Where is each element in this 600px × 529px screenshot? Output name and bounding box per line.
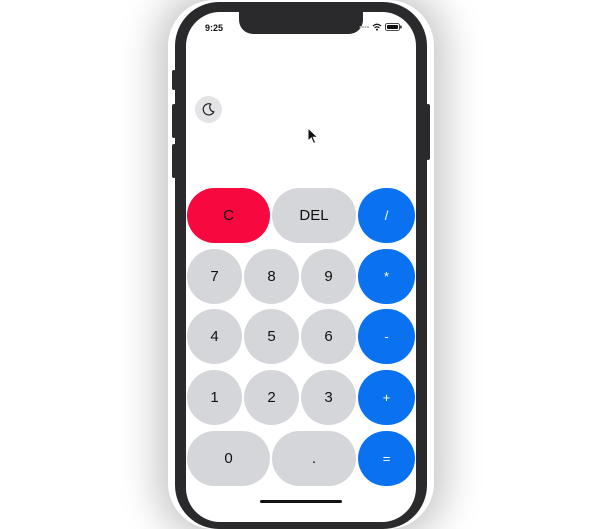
clear-button[interactable]: C bbox=[187, 188, 270, 243]
status-time: 9:25 bbox=[205, 23, 224, 33]
digit-8-button[interactable]: 8 bbox=[244, 249, 299, 304]
phone-screen: 9:25 C DEL / 7 8 9 * 4 5 6 - 1 2 3 + 0 .… bbox=[186, 12, 416, 522]
volume-down-button bbox=[172, 144, 176, 178]
signal-dots-icon bbox=[359, 26, 369, 28]
digit-7-button[interactable]: 7 bbox=[187, 249, 242, 304]
digit-9-button[interactable]: 9 bbox=[301, 249, 356, 304]
digit-3-button[interactable]: 3 bbox=[301, 370, 356, 425]
theme-toggle-button[interactable] bbox=[195, 96, 222, 123]
digit-2-button[interactable]: 2 bbox=[244, 370, 299, 425]
stage: 9:25 C DEL / 7 8 9 * 4 5 6 - 1 2 3 + 0 .… bbox=[0, 0, 600, 529]
equals-button[interactable]: = bbox=[358, 431, 415, 486]
notch bbox=[239, 12, 363, 34]
delete-button[interactable]: DEL bbox=[272, 188, 356, 243]
subtract-button[interactable]: - bbox=[358, 309, 415, 364]
status-icons bbox=[359, 23, 402, 31]
volume-up-button bbox=[172, 104, 176, 138]
digit-1-button[interactable]: 1 bbox=[187, 370, 242, 425]
digit-4-button[interactable]: 4 bbox=[187, 309, 242, 364]
mute-switch bbox=[172, 70, 176, 90]
calculator-display bbox=[186, 132, 416, 182]
moon-icon bbox=[202, 103, 215, 116]
digit-6-button[interactable]: 6 bbox=[301, 309, 356, 364]
decimal-button[interactable]: . bbox=[272, 431, 356, 486]
divide-button[interactable]: / bbox=[358, 188, 415, 243]
digit-0-button[interactable]: 0 bbox=[187, 431, 270, 486]
multiply-button[interactable]: * bbox=[358, 249, 415, 304]
power-button bbox=[426, 104, 430, 160]
wifi-icon bbox=[372, 23, 382, 31]
home-indicator[interactable] bbox=[260, 500, 342, 503]
battery-icon bbox=[385, 23, 402, 31]
add-button[interactable]: + bbox=[358, 370, 415, 425]
digit-5-button[interactable]: 5 bbox=[244, 309, 299, 364]
mouse-pointer-icon bbox=[307, 127, 319, 145]
